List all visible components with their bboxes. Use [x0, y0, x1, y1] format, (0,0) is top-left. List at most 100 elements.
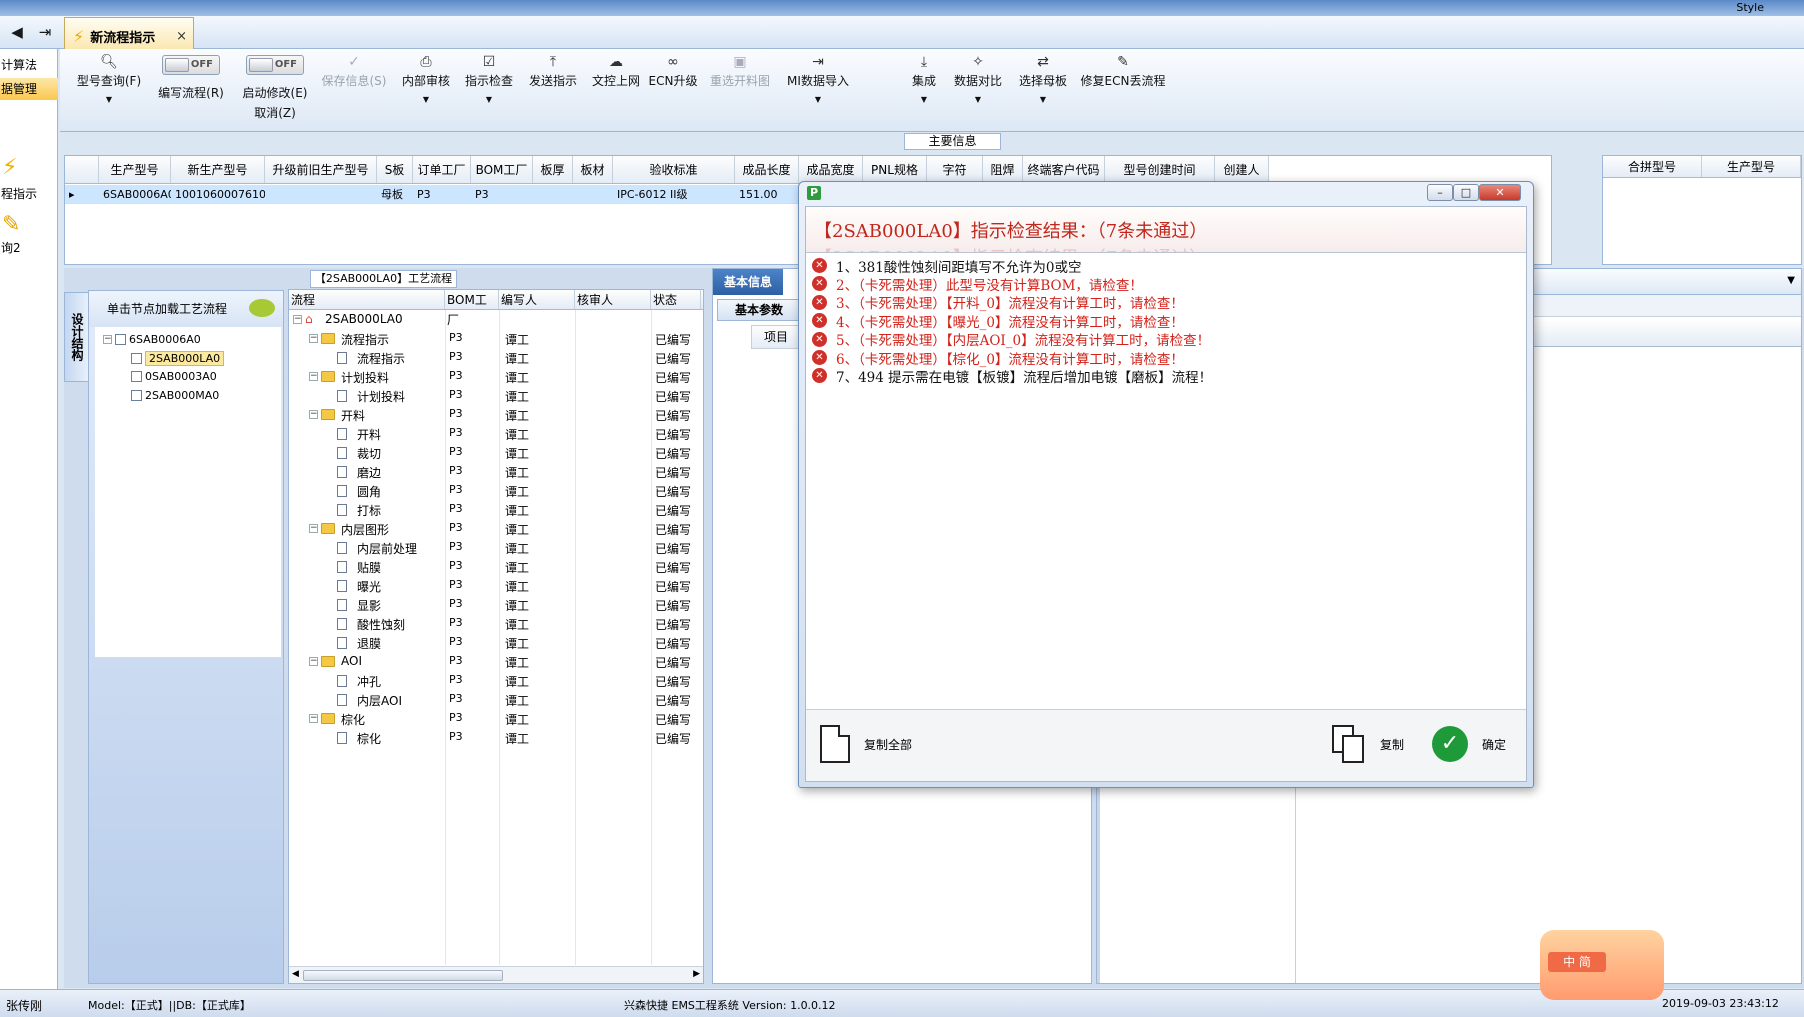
- flow-row[interactable]: 显影 P3 谭工 已编写: [289, 595, 703, 614]
- collapse-icon[interactable]: −: [309, 714, 318, 723]
- back-arrow-icon[interactable]: ◀: [4, 20, 30, 44]
- cell-old-model[interactable]: [265, 185, 377, 203]
- scroll-left-icon[interactable]: ◀: [292, 969, 299, 979]
- flow-row[interactable]: 开料 P3 谭工 已编写: [289, 424, 703, 443]
- cell-acceptance-standard[interactable]: IPC-6012 II级: [613, 185, 735, 203]
- column-header[interactable]: 项目: [751, 325, 801, 349]
- cell-order-factory[interactable]: P3: [413, 185, 471, 203]
- collapse-icon[interactable]: −: [309, 524, 318, 533]
- flow-row[interactable]: 退膜 P3 谭工 已编写: [289, 633, 703, 652]
- check-message[interactable]: ✕ 7、494 提示需在电镀【板镀】流程后增加电镀【磨板】流程！: [812, 365, 1212, 386]
- maximize-button[interactable]: □: [1453, 184, 1479, 201]
- tree-node[interactable]: − 6SAB0006A0: [103, 333, 201, 346]
- left-nav-item-query2[interactable]: 询2: [0, 237, 58, 259]
- cell-s-board[interactable]: 母板: [377, 185, 413, 203]
- column-header[interactable]: 状态: [651, 290, 701, 309]
- collapse-icon[interactable]: −: [309, 334, 318, 343]
- copy-button[interactable]: 复制: [1332, 720, 1404, 768]
- model-query-button[interactable]: 🔍︎ 型号查询(F) ▼: [68, 49, 150, 131]
- column-header[interactable]: 升级前旧生产型号: [265, 156, 377, 183]
- column-header[interactable]: PNL规格: [863, 156, 927, 183]
- column-header[interactable]: 型号创建时间: [1105, 156, 1215, 183]
- ime-indicator[interactable]: 中 简: [1548, 952, 1606, 972]
- ime-mascot[interactable]: 中 简: [1540, 930, 1664, 1000]
- column-header[interactable]: 生产型号: [1702, 156, 1801, 177]
- flow-row[interactable]: − 计划投料 P3 谭工 已编写: [289, 367, 703, 386]
- tree-node[interactable]: 2SAB000MA0: [131, 389, 219, 402]
- flow-row[interactable]: 棕化 P3 谭工 已编写: [289, 728, 703, 747]
- minimize-button[interactable]: –: [1427, 184, 1453, 201]
- tab-close-icon[interactable]: ×: [176, 29, 187, 44]
- flow-row[interactable]: − AOI P3 谭工 已编写: [289, 652, 703, 671]
- collapse-icon[interactable]: −: [103, 335, 112, 344]
- flow-row[interactable]: − 开料 P3 谭工 已编写: [289, 405, 703, 424]
- flow-row[interactable]: 流程指示 P3 谭工 已编写: [289, 348, 703, 367]
- tab-basic-info[interactable]: 基本信息: [713, 269, 783, 295]
- flow-row[interactable]: 贴膜 P3 谭工 已编写: [289, 557, 703, 576]
- column-header[interactable]: 编写人: [499, 290, 575, 309]
- tree-node[interactable]: 0SAB0003A0: [131, 370, 217, 383]
- ecn-upgrade-button[interactable]: ∞ ECN升级: [644, 49, 702, 131]
- side-tab-design-structure[interactable]: 设计结构: [64, 292, 88, 382]
- scroll-right-icon[interactable]: ▶: [693, 969, 700, 979]
- flow-row[interactable]: 曝光 P3 谭工 已编写: [289, 576, 703, 595]
- write-flow-toggle[interactable]: OFF 编写流程(R): [148, 49, 234, 131]
- copy-all-button[interactable]: 复制全部: [820, 720, 912, 768]
- column-header[interactable]: 板材: [573, 156, 613, 183]
- flow-row[interactable]: 打标 P3 谭工 已编写: [289, 500, 703, 519]
- dialog-titlebar[interactable]: P – □ ✕: [799, 182, 1533, 204]
- collapse-icon[interactable]: −: [309, 372, 318, 381]
- toggle-switch[interactable]: OFF: [162, 55, 220, 75]
- select-motherboard-button[interactable]: ⇄ 选择母板 ▼: [1012, 49, 1074, 131]
- flow-row[interactable]: 磨边 P3 谭工 已编写: [289, 462, 703, 481]
- flow-row[interactable]: 冲孔 P3 谭工 已编写: [289, 671, 703, 690]
- toggle-switch[interactable]: OFF: [246, 55, 304, 75]
- save-info-button[interactable]: ✓ 保存信息(S): [314, 49, 394, 131]
- flow-row[interactable]: − 内层图形 P3 谭工 已编写: [289, 519, 703, 538]
- cell-thickness[interactable]: [533, 185, 573, 203]
- column-header[interactable]: BOM工厂: [471, 156, 533, 183]
- column-header[interactable]: 成品宽度: [799, 156, 863, 183]
- horizontal-scrollbar[interactable]: ◀ ▶: [289, 966, 703, 983]
- flow-row[interactable]: 计划投料 P3 谭工 已编写: [289, 386, 703, 405]
- column-header[interactable]: 流程: [289, 290, 445, 309]
- column-header[interactable]: 板厚: [533, 156, 573, 183]
- flow-row[interactable]: − 流程指示 P3 谭工 已编写: [289, 329, 703, 348]
- cell-material[interactable]: [573, 185, 613, 203]
- column-header[interactable]: 新生产型号: [171, 156, 265, 183]
- cell-model[interactable]: 6SAB0006A0: [99, 185, 171, 203]
- flow-row[interactable]: 圆角 P3 谭工 已编写: [289, 481, 703, 500]
- tree-node-selected[interactable]: 2SAB000LA0: [131, 351, 225, 366]
- cell-new-model[interactable]: 10010600076104: [171, 185, 265, 203]
- instruction-check-button[interactable]: ☑ 指示检查 ▼: [458, 49, 520, 131]
- cell-bom-factory[interactable]: P3: [471, 185, 533, 203]
- flow-row[interactable]: 内层前处理 P3 谭工 已编写: [289, 538, 703, 557]
- column-header[interactable]: 成品长度: [735, 156, 799, 183]
- column-header[interactable]: 合拼型号: [1603, 156, 1702, 177]
- column-header[interactable]: BOM工厂: [445, 290, 499, 327]
- tab-basic-params[interactable]: 基本参数: [717, 299, 801, 321]
- scroll-thumb[interactable]: [303, 970, 503, 981]
- left-nav-item-calc[interactable]: 计算法: [0, 54, 58, 76]
- table-row[interactable]: ▸ 6SAB0006A0 10010600076104 母板 P3 P3 IPC…: [65, 185, 799, 204]
- column-header[interactable]: 终端客户代码: [1023, 156, 1105, 183]
- collapse-icon[interactable]: −: [293, 315, 302, 324]
- column-header[interactable]: 字符: [927, 156, 983, 183]
- flow-row[interactable]: − ⌂ 2SAB000LA0: [289, 310, 703, 329]
- column-header[interactable]: S板: [377, 156, 413, 183]
- column-header[interactable]: 生产型号: [99, 156, 171, 183]
- send-instruction-button[interactable]: ⤒ 发送指示: [520, 49, 586, 131]
- column-header[interactable]: 创建人: [1215, 156, 1269, 183]
- doc-control-online-button[interactable]: ☁ 文控上网: [584, 49, 648, 131]
- repair-ecn-flow-button[interactable]: ✎ 修复ECN丢流程: [1076, 49, 1170, 131]
- style-label[interactable]: Style: [1736, 1, 1764, 14]
- data-compare-button[interactable]: ✧ 数据对比 ▼: [946, 49, 1010, 131]
- ok-button[interactable]: ✓ 确定: [1432, 720, 1506, 768]
- column-header[interactable]: 订单工厂: [413, 156, 471, 183]
- chevron-down-icon[interactable]: ▼: [1787, 275, 1795, 286]
- column-header[interactable]: 验收标准: [613, 156, 735, 183]
- reselect-cutting-chart-button[interactable]: ▣ 重选开料图: [700, 49, 780, 131]
- integrate-button[interactable]: ⤓ 集成 ▼: [900, 49, 948, 131]
- flow-row[interactable]: 内层AOI P3 谭工 已编写: [289, 690, 703, 709]
- flow-row[interactable]: − 棕化 P3 谭工 已编写: [289, 709, 703, 728]
